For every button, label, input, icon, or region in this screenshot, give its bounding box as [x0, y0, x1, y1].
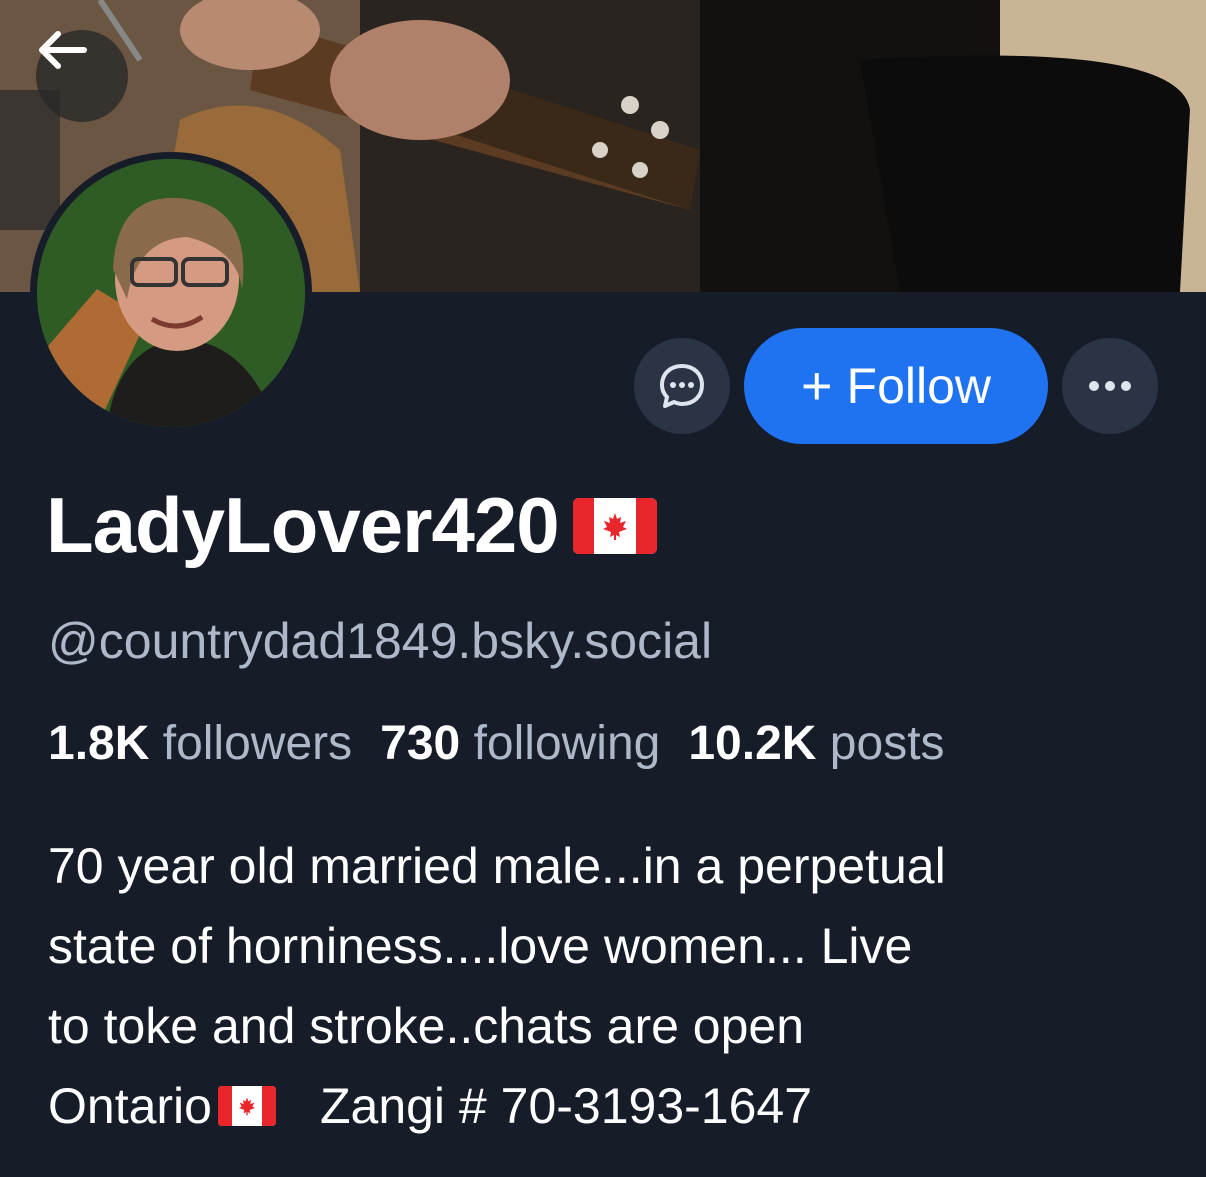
- avatar[interactable]: [30, 152, 312, 434]
- canada-flag-icon: [217, 1086, 276, 1126]
- followers-count: 1.8K: [48, 717, 150, 770]
- posts-stat: 10.2K posts: [688, 716, 944, 771]
- chat-bubble-icon: [660, 364, 704, 408]
- ellipsis-icon: [1089, 381, 1131, 391]
- profile-handle: @countrydad1849.bsky.social: [48, 613, 713, 669]
- message-button[interactable]: [634, 338, 730, 434]
- following-count: 730: [380, 717, 461, 770]
- following-label: following: [473, 717, 661, 770]
- followers-label: followers: [162, 717, 353, 770]
- bio-line: 70 year old married male...in a perpetua…: [48, 838, 946, 894]
- bio-location: Ontario: [48, 1078, 212, 1134]
- bio-line: to toke and stroke..chats are open: [48, 998, 805, 1054]
- followers-stat[interactable]: 1.8K followers: [48, 716, 352, 771]
- canada-flag-icon: [572, 497, 657, 554]
- profile-stats: 1.8K followers 730 following 10.2K posts: [48, 716, 945, 771]
- display-name: LadyLover420: [46, 481, 560, 569]
- bio-line: state of horniness....love women... Live: [48, 918, 913, 974]
- profile-actions: + Follow: [634, 328, 1158, 444]
- profile-bio: 70 year old married male...in a perpetua…: [48, 826, 1178, 1146]
- avatar-image: [37, 159, 305, 427]
- follow-label: Follow: [846, 358, 992, 414]
- plus-icon: +: [800, 356, 833, 416]
- bio-line: Ontario Zangi # 70-3193-1647: [48, 1066, 1178, 1146]
- back-button[interactable]: [36, 30, 128, 122]
- bio-contact: Zangi # 70-3193-1647: [319, 1078, 813, 1134]
- more-options-button[interactable]: [1062, 338, 1158, 434]
- following-stat[interactable]: 730 following: [380, 716, 660, 771]
- posts-count: 10.2K: [688, 717, 817, 770]
- display-name-row: LadyLover420: [46, 480, 657, 571]
- follow-button[interactable]: + Follow: [744, 328, 1048, 444]
- posts-label: posts: [829, 717, 945, 770]
- arrow-left-icon: [39, 31, 87, 69]
